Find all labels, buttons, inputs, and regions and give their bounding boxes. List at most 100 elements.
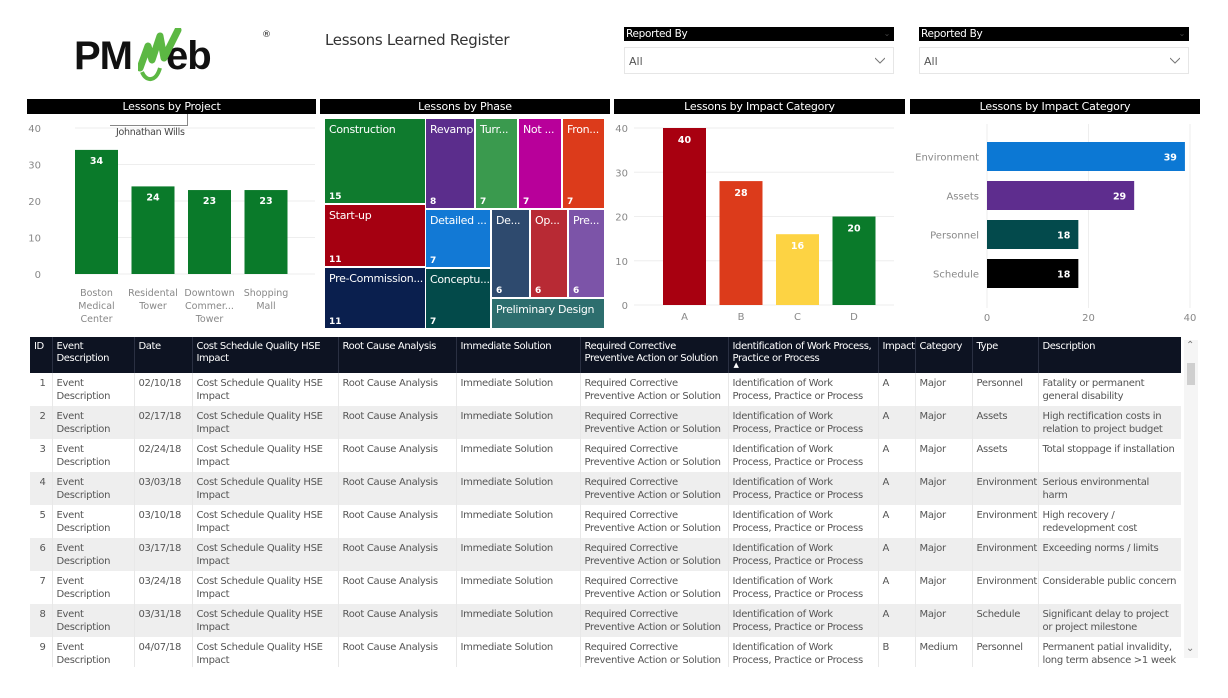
column-header-label: Event Description — [56, 341, 110, 364]
column-header[interactable]: Impact — [878, 337, 916, 373]
table-cell: Root Cause Analysis — [338, 505, 457, 538]
table-row[interactable]: 1 Event Description 02/10/18 Cost Schedule … — [30, 373, 1181, 406]
tile-value: 7 — [430, 256, 437, 266]
table-cell: Identification of Work Process, Practice… — [728, 637, 879, 667]
reported-by-slicer-2: Reported By ⌄ All — [919, 27, 1189, 74]
treemap-tile[interactable]: Start-up 11 — [325, 205, 425, 266]
table-row[interactable]: 8 Event Description 03/31/18 Cost Schedule … — [30, 604, 1181, 637]
column-header[interactable]: Immediate Solution — [456, 337, 581, 373]
logo-w-swoosh-icon — [138, 28, 182, 81]
table-cell: Root Cause Analysis — [338, 406, 457, 439]
treemap-tile[interactable]: Construction 15 — [325, 119, 425, 203]
table-row[interactable]: 7 Event Description 03/24/18 Cost Schedule … — [30, 571, 1181, 604]
slicer-label: Reported By — [626, 28, 688, 40]
bar[interactable] — [719, 181, 763, 305]
y-tick-label: Environment — [915, 153, 979, 164]
table-cell: Identification of Work Process, Practice… — [728, 373, 879, 406]
table-row[interactable]: 4 Event Description 03/03/18 Cost Schedule … — [30, 472, 1181, 505]
table-cell: Root Cause Analysis — [338, 538, 457, 571]
treemap-tile[interactable]: Pre... 6 — [569, 210, 604, 297]
treemap-tile[interactable]: Not ... 7 — [519, 119, 561, 208]
x-tick-label: Boston — [80, 288, 113, 299]
y-tick-label: 10 — [28, 234, 41, 245]
treemap-tile[interactable]: Conceptu... 7 — [426, 269, 490, 328]
lessons-by-phase-panel: Lessons by Phase Construction 15 Start-up 1… — [320, 99, 610, 331]
tile-label: Conceptu... — [430, 273, 490, 286]
reported-by-dropdown[interactable]: All — [919, 47, 1189, 74]
column-header[interactable]: Event Description — [52, 337, 135, 373]
bar[interactable] — [987, 142, 1185, 171]
y-tick-label: 10 — [615, 257, 628, 268]
column-header[interactable]: Type — [972, 337, 1039, 373]
table-cell: Major — [915, 604, 973, 637]
data-label: 20 — [847, 224, 861, 235]
treemap-tile[interactable]: Turr... 7 — [476, 119, 517, 208]
x-tick-label: Mall — [256, 301, 275, 312]
table-cell: Cost Schedule Quality HSE Impact — [192, 538, 339, 571]
data-label: 40 — [678, 135, 692, 146]
chevron-down-icon[interactable]: ⌄ — [1186, 643, 1194, 654]
column-header-label: Type — [976, 341, 999, 352]
treemap-tile[interactable]: De... 6 — [492, 210, 529, 297]
chevron-down-icon[interactable]: ⌄ — [884, 27, 891, 41]
column-header[interactable]: Identification of Work Process, Practice… — [728, 337, 879, 373]
column-header[interactable]: ID — [30, 337, 53, 373]
table-cell: Root Cause Analysis — [338, 571, 457, 604]
table-cell: Required Corrective Preventive Action or… — [580, 604, 729, 637]
column-header-label: Identification of Work Process, Practice… — [732, 341, 872, 364]
column-header[interactable]: Cost Schedule Quality HSE Impact — [192, 337, 339, 373]
slicer-header[interactable]: Reported By ⌄ — [624, 27, 894, 41]
tile-value: 15 — [329, 192, 342, 202]
slicer-header[interactable]: Reported By ⌄ — [919, 27, 1189, 41]
table-cell: Required Corrective Preventive Action or… — [580, 538, 729, 571]
table-cell: Event Description — [52, 505, 135, 538]
table-cell: Serious environmental harm — [1038, 472, 1181, 505]
scroll-thumb[interactable] — [1187, 363, 1195, 385]
y-tick-label: Schedule — [933, 270, 979, 281]
table-cell: A — [878, 439, 916, 472]
table-cell: Required Corrective Preventive Action or… — [580, 505, 729, 538]
tile-value: 8 — [430, 197, 437, 207]
treemap-tile[interactable]: Detailed ... 7 — [426, 210, 490, 267]
y-tick-label: 30 — [28, 161, 41, 172]
tile-value: 7 — [523, 197, 530, 207]
treemap-tile[interactable]: Revamp 8 — [426, 119, 474, 208]
tooltip-value: Johnathan Wills — [116, 127, 185, 138]
table-cell: Immediate Solution — [456, 538, 581, 571]
treemap-tile[interactable]: Preliminary Design — [492, 299, 604, 328]
chevron-up-icon[interactable]: ⌃ — [1186, 340, 1194, 351]
column-header-label: Root Cause Analysis — [342, 341, 437, 352]
table-row[interactable]: 5 Event Description 03/10/18 Cost Schedule … — [30, 505, 1181, 538]
table-cell: Event Description — [52, 373, 135, 406]
table-cell: Cost Schedule Quality HSE Impact — [192, 439, 339, 472]
column-header[interactable]: Description — [1038, 337, 1181, 373]
table-row[interactable]: 9 Event Description 04/07/18 Cost Schedule … — [30, 637, 1181, 667]
table-cell: 3 — [30, 439, 53, 472]
table-row[interactable]: 3 Event Description 02/24/18 Cost Schedule … — [30, 439, 1181, 472]
registered-mark: ® — [262, 30, 271, 40]
table-scrollbar[interactable]: ⌃ ⌄ — [1184, 340, 1198, 658]
treemap-tile[interactable]: Pre-Commission... 11 — [325, 268, 425, 328]
chevron-down-icon[interactable]: ⌄ — [1179, 27, 1186, 41]
y-tick-label: 0 — [622, 301, 628, 312]
reported-by-dropdown[interactable]: All — [624, 47, 894, 74]
table-cell: Identification of Work Process, Practice… — [728, 406, 879, 439]
tile-value: 7 — [430, 317, 437, 327]
bar[interactable] — [663, 128, 706, 305]
treemap-tile[interactable]: Op... 6 — [531, 210, 567, 297]
table-cell: 04/07/18 — [134, 637, 193, 667]
column-header[interactable]: Required Corrective Preventive Action or… — [580, 337, 729, 373]
table-row[interactable]: 2 Event Description 02/17/18 Cost Schedule … — [30, 406, 1181, 439]
table-cell: Exceeding norms / limits — [1038, 538, 1181, 571]
table-cell: Schedule — [972, 604, 1039, 637]
chart-title: Lessons by Project — [27, 99, 316, 114]
sort-ascending-icon[interactable]: ▲ — [734, 359, 739, 371]
column-header[interactable]: Date — [134, 337, 193, 373]
column-header[interactable]: Root Cause Analysis — [338, 337, 457, 373]
bar[interactable] — [75, 149, 118, 274]
x-tick-label: 20 — [1082, 313, 1095, 324]
table-row[interactable]: 6 Event Description 03/17/18 Cost Schedule … — [30, 538, 1181, 571]
table-cell: Identification of Work Process, Practice… — [728, 505, 879, 538]
column-header[interactable]: Category — [915, 337, 973, 373]
treemap-tile[interactable]: Fron... 7 — [563, 119, 604, 208]
